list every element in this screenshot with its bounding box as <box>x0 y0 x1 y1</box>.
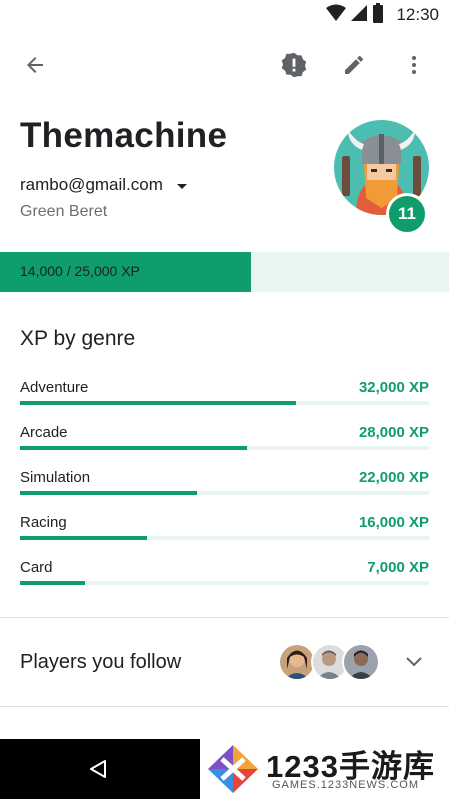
genre-row: Card 7,000 XP <box>20 559 429 599</box>
genre-row: Simulation 22,000 XP <box>20 469 429 509</box>
watermark-banner: 1233手游库 GAMES.1233NEWS.COM <box>200 739 449 799</box>
battery-icon <box>372 2 384 28</box>
genre-row: Adventure 32,000 XP <box>20 379 429 419</box>
genre-row: Arcade 28,000 XP <box>20 424 429 464</box>
section-divider <box>0 706 449 707</box>
genre-xp: 7,000 XP <box>367 559 429 576</box>
more-vert-icon[interactable] <box>394 40 434 90</box>
genre-bar-track <box>20 491 429 495</box>
profile-name: Themachine <box>20 116 228 155</box>
genre-bar-track <box>20 536 429 540</box>
level-badge: 11 <box>386 193 428 235</box>
genre-name: Racing <box>20 514 67 531</box>
genre-bar-track <box>20 446 429 450</box>
top-toolbar <box>0 40 449 90</box>
dropdown-arrow-icon[interactable] <box>176 175 187 195</box>
genre-bar-fill <box>20 491 198 495</box>
genre-bar-fill <box>20 401 297 405</box>
genre-bar-fill <box>20 446 247 450</box>
genre-name: Adventure <box>20 379 89 396</box>
genre-name: Simulation <box>20 469 91 486</box>
genre-bar-fill <box>20 536 147 540</box>
genre-row: Racing 16,000 XP <box>20 514 429 554</box>
status-bar: 12:30 <box>0 0 449 30</box>
following-title: Players you follow <box>20 651 182 673</box>
watermark-logo-icon <box>208 745 258 793</box>
genre-name: Card <box>20 559 53 576</box>
avatar <box>342 643 380 681</box>
genre-xp: 28,000 XP <box>358 424 429 441</box>
genre-bar-fill <box>20 581 85 585</box>
xp-progress-bar: 14,000 / 25,000 XP <box>0 252 449 292</box>
wifi-icon <box>326 4 347 27</box>
player-rank: Green Beret <box>20 203 108 220</box>
genre-xp: 22,000 XP <box>358 469 429 486</box>
followed-avatars <box>278 643 380 681</box>
account-email: rambo@gmail.com <box>20 175 163 194</box>
genre-bar-track <box>20 401 429 405</box>
expand-chevron-icon[interactable] <box>398 646 430 678</box>
genre-section-title: XP by genre <box>20 327 136 350</box>
edit-pencil-icon[interactable] <box>334 40 374 90</box>
xp-progress-label: 14,000 / 25,000 XP <box>20 263 140 279</box>
genre-bar-track <box>20 581 429 585</box>
cell-signal-icon <box>350 4 368 27</box>
nav-back-icon[interactable] <box>80 751 116 787</box>
report-icon[interactable] <box>274 40 314 90</box>
players-you-follow-row[interactable]: Players you follow <box>0 618 449 706</box>
genre-xp: 32,000 XP <box>358 379 429 396</box>
status-time: 12:30 <box>396 5 439 24</box>
genre-xp: 16,000 XP <box>358 514 429 531</box>
genre-name: Arcade <box>20 424 68 441</box>
back-arrow-icon[interactable] <box>15 40 55 90</box>
account-switcher[interactable]: rambo@gmail.com <box>20 175 187 195</box>
watermark-url: GAMES.1233NEWS.COM <box>272 779 419 791</box>
